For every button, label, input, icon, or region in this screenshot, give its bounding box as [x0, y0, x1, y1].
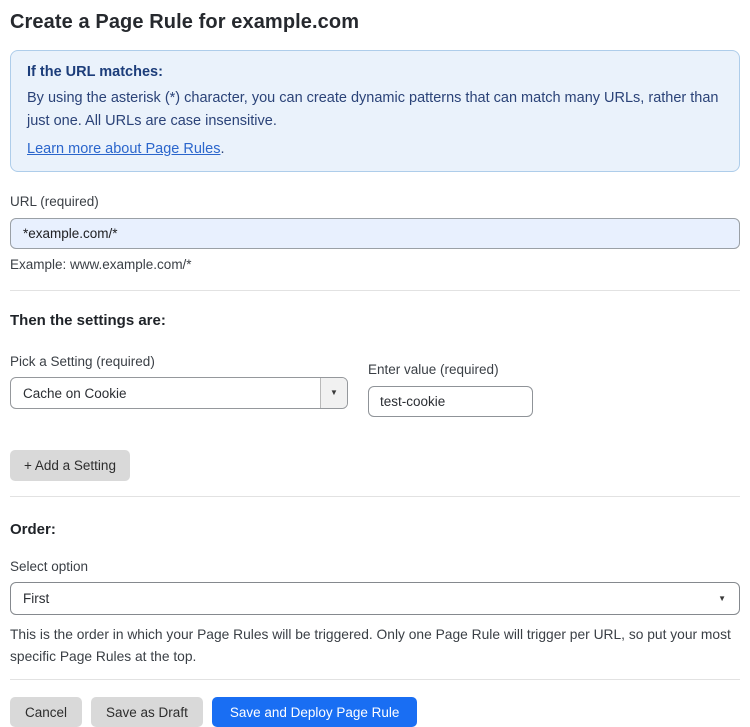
order-section-heading: Order: — [10, 521, 56, 538]
divider — [10, 679, 740, 680]
page-rule-form: Create a Page Rule for example.com If th… — [0, 11, 750, 727]
info-box-heading: If the URL matches: — [27, 64, 163, 80]
setting-dropdown[interactable]: Cache on Cookie ▼ — [10, 377, 348, 409]
setting-value-column: Enter value (required) — [368, 354, 533, 417]
order-select-value: First — [23, 591, 50, 606]
learn-more-link[interactable]: Learn more about Page Rules — [27, 141, 220, 157]
setting-value-input[interactable] — [368, 386, 533, 417]
setting-value-label: Enter value (required) — [368, 362, 499, 377]
chevron-down-icon: ▼ — [718, 593, 726, 603]
save-and-deploy-button[interactable]: Save and Deploy Page Rule — [211, 697, 418, 727]
url-input[interactable] — [10, 218, 740, 249]
url-match-info-box: If the URL matches: By using the asteris… — [10, 50, 740, 172]
link-period: . — [220, 141, 225, 157]
setting-picker-label: Pick a Setting (required) — [10, 354, 155, 369]
setting-dropdown-arrow-button[interactable]: ▼ — [320, 378, 347, 408]
info-box-body: By using the asterisk (*) character, you… — [27, 90, 719, 129]
order-helper-text: This is the order in which your Page Rul… — [10, 627, 731, 664]
info-box-link-line: Learn more about Page Rules. — [27, 141, 723, 157]
url-helper-text: Example: www.example.com/* — [10, 257, 192, 272]
divider — [10, 290, 740, 291]
settings-row: Pick a Setting (required) Cache on Cooki… — [10, 354, 740, 417]
setting-dropdown-value: Cache on Cookie — [23, 385, 127, 401]
footer-actions: Cancel Save as Draft Save and Deploy Pag… — [10, 697, 740, 727]
save-as-draft-button[interactable]: Save as Draft — [91, 697, 203, 727]
page-title: Create a Page Rule for example.com — [10, 11, 360, 33]
setting-picker-column: Pick a Setting (required) Cache on Cooki… — [10, 354, 348, 409]
divider — [10, 496, 740, 497]
settings-section-heading: Then the settings are: — [10, 312, 166, 329]
order-select[interactable]: First ▼ — [10, 582, 740, 615]
add-setting-button[interactable]: + Add a Setting — [10, 450, 130, 481]
cancel-button[interactable]: Cancel — [10, 697, 83, 727]
order-select-label: Select option — [10, 559, 89, 574]
url-field-label: URL (required) — [10, 194, 99, 209]
chevron-down-icon: ▼ — [330, 388, 338, 397]
